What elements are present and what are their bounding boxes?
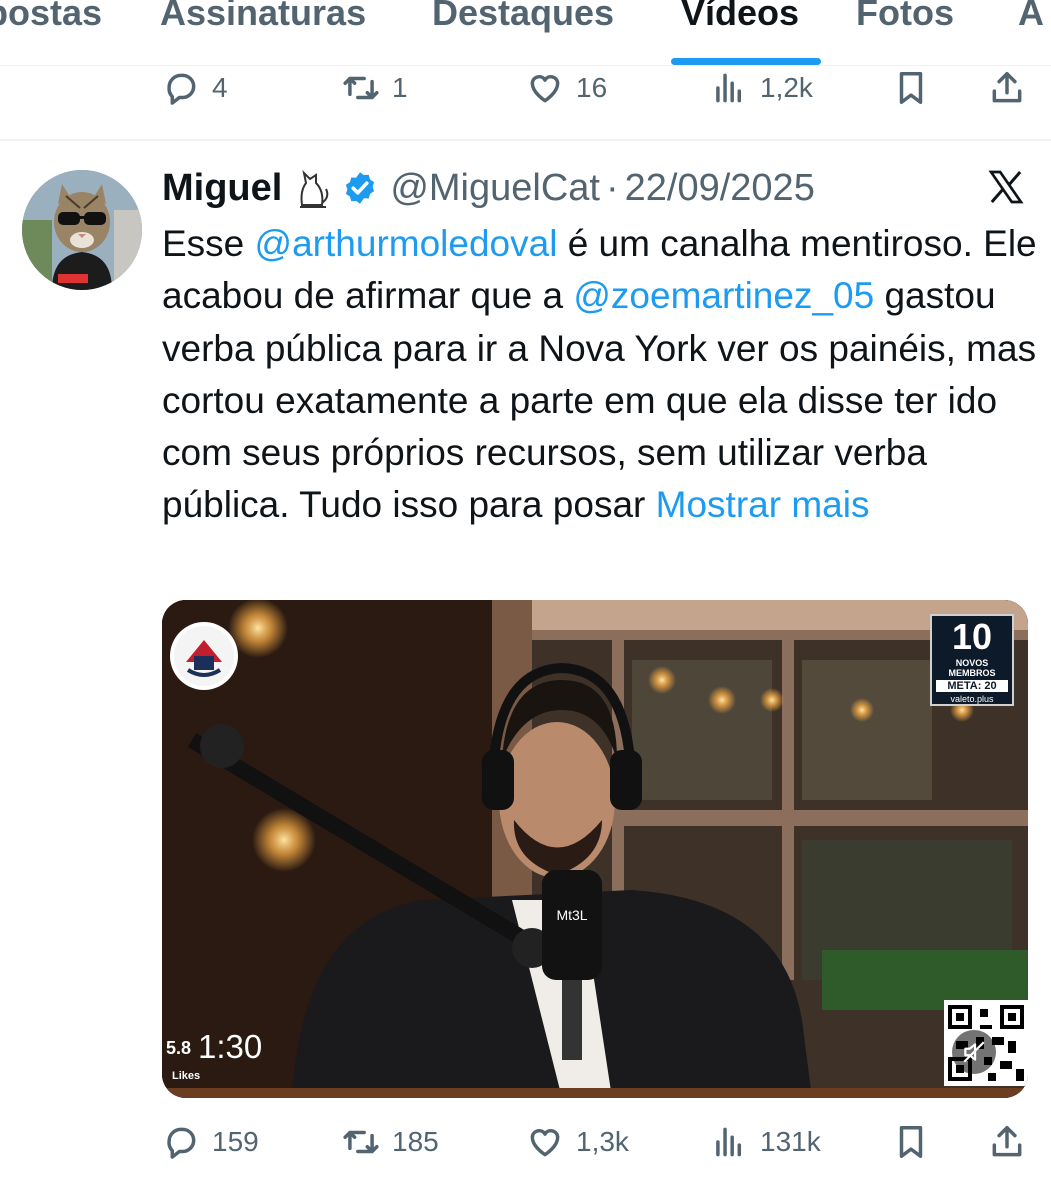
- avatar[interactable]: [22, 170, 142, 290]
- members-counter: 10 NOVOS MEMBROS META: 20 valeto.plus: [930, 614, 1014, 706]
- share-button[interactable]: [988, 58, 1026, 118]
- tab-assinaturas[interactable]: Assinaturas: [160, 0, 366, 34]
- overlay-likes-label: Likes: [172, 1070, 201, 1082]
- heart-icon: [530, 75, 560, 103]
- tweet-text: Esse @arthurmoledoval é um canalha menti…: [162, 218, 1042, 532]
- views-count: 131k: [760, 1126, 821, 1157]
- views-count: 1,2k: [760, 72, 813, 103]
- like-button[interactable]: 16: [526, 58, 607, 118]
- tab-artigos[interactable]: A: [1018, 0, 1044, 34]
- tab-videos[interactable]: Vídeos: [681, 0, 799, 34]
- repost-count: 185: [392, 1126, 439, 1157]
- cat-emoji-icon: [300, 169, 329, 208]
- members-label: NOVOS MEMBROS: [948, 658, 996, 678]
- tweet-date[interactable]: 22/09/2025: [625, 167, 815, 210]
- show-more-link[interactable]: Mostrar mais: [656, 484, 870, 525]
- x-logo-icon[interactable]: [985, 167, 1027, 207]
- share-icon: [992, 72, 1022, 103]
- bookmark-icon: [899, 72, 923, 104]
- author-name[interactable]: Miguel: [162, 167, 282, 210]
- reply-icon: [167, 73, 196, 105]
- views-icon: [716, 73, 742, 103]
- like-count: 16: [576, 72, 608, 103]
- tweet-text-part-1: Esse: [162, 223, 255, 264]
- views-icon: [716, 1127, 742, 1157]
- reply-button[interactable]: 159: [162, 1112, 259, 1172]
- channel-logo: [170, 622, 238, 690]
- heart-icon: [530, 1129, 560, 1157]
- repost-button[interactable]: 1: [342, 58, 408, 118]
- reply-icon: [167, 1127, 196, 1159]
- views-button[interactable]: 1,2k: [710, 58, 813, 118]
- bookmark-button[interactable]: [892, 58, 930, 118]
- tweet-actions: 159 185 1,3k 131k: [0, 1112, 1051, 1172]
- mention-link-2[interactable]: @zoemartinez_05: [573, 275, 874, 316]
- mute-button[interactable]: [952, 1030, 996, 1074]
- share-button[interactable]: [988, 1112, 1026, 1172]
- like-count: 1,3k: [576, 1126, 629, 1157]
- speaker-muted-icon: [963, 1041, 985, 1063]
- video-thumbnail: Mt3L: [162, 600, 1028, 1098]
- video-player[interactable]: Mt3L 10 NOVOS MEMBROS META: 20 valeto.pl…: [162, 600, 1028, 1098]
- members-site: valeto.plus: [950, 694, 994, 704]
- repost-icon: [343, 76, 379, 100]
- reply-count: 159: [212, 1126, 259, 1157]
- profile-tabs: postas Assinaturas Destaques Vídeos Foto…: [0, 0, 1051, 66]
- mention-link-1[interactable]: @arthurmoledoval: [255, 223, 558, 264]
- bookmark-button[interactable]: [892, 1112, 930, 1172]
- tweet-header: Miguel @MiguelCat · 22/09/2025: [162, 164, 815, 212]
- tab-respostas[interactable]: postas: [0, 0, 102, 34]
- repost-icon: [343, 1130, 379, 1154]
- like-button[interactable]: 1,3k: [526, 1112, 629, 1172]
- views-button[interactable]: 131k: [710, 1112, 821, 1172]
- author-handle[interactable]: @MiguelCat: [390, 167, 600, 210]
- video-duration: 1:30: [198, 1028, 263, 1065]
- cat-avatar-image: [22, 170, 142, 290]
- mic-brand-label: Mt3L: [556, 907, 587, 923]
- verified-badge-icon: [346, 172, 375, 204]
- reply-button[interactable]: 4: [162, 58, 228, 118]
- tweet-divider: [0, 139, 1051, 141]
- bookmark-icon: [899, 1126, 923, 1158]
- members-count: 10: [951, 616, 993, 657]
- prev-tweet-actions: 4 1 16 1,2k: [0, 58, 1051, 118]
- header-separator: ·: [605, 166, 619, 209]
- repost-count: 1: [392, 72, 408, 103]
- overlay-likes-count: 5.8: [166, 1038, 192, 1058]
- tab-destaques[interactable]: Destaques: [432, 0, 614, 34]
- share-icon: [992, 1126, 1022, 1157]
- channel-logo-icon: [174, 626, 234, 686]
- tab-fotos[interactable]: Fotos: [856, 0, 954, 34]
- reply-count: 4: [212, 72, 228, 103]
- members-goal: META: 20: [936, 680, 1008, 692]
- repost-button[interactable]: 185: [342, 1112, 439, 1172]
